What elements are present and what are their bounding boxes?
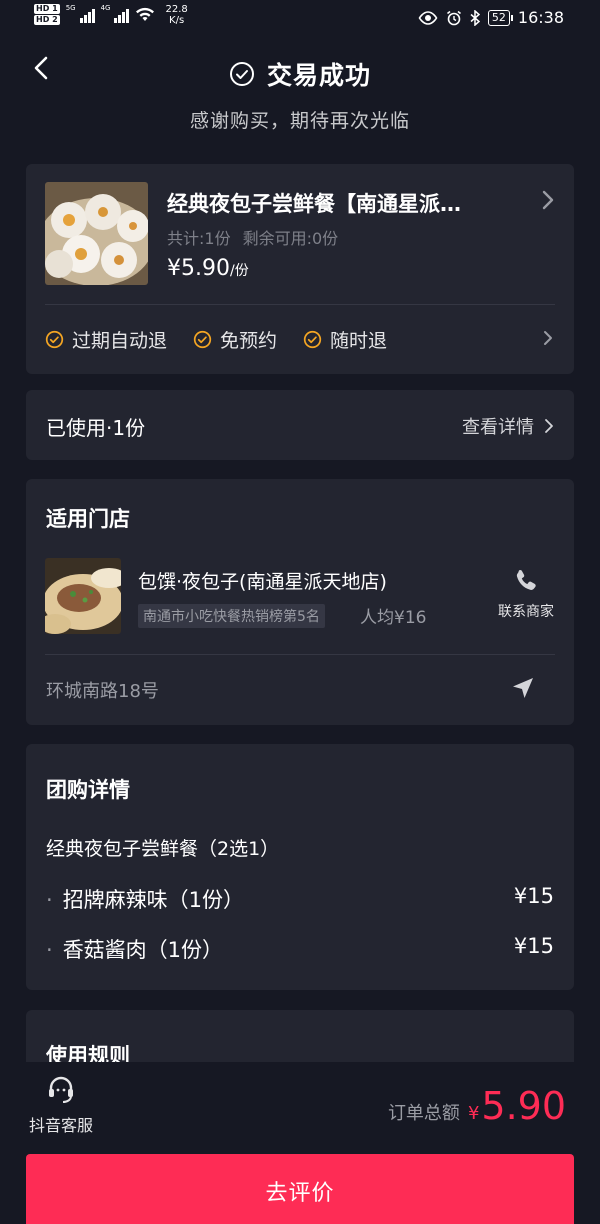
bottom-bar: 抖音客服 订单总额 ¥ 5.90 去评价 xyxy=(0,1062,600,1224)
chevron-right-icon[interactable] xyxy=(542,329,554,347)
item-name: 香菇酱肉（1份） xyxy=(62,938,224,962)
chevron-right-icon[interactable] xyxy=(540,188,556,212)
package-name: 经典夜包子尝鲜餐（2选1） xyxy=(46,838,280,860)
product-quantity-info: 共计:1份 剩余可用:0份 xyxy=(167,225,338,249)
tag-anytime-refund: 随时退 xyxy=(303,326,387,353)
tag-no-reservation: 免预约 xyxy=(193,326,277,353)
hd-indicator: HD 1 HD 2 xyxy=(34,4,60,25)
wifi-icon xyxy=(136,7,155,21)
status-time: 16:38 xyxy=(517,8,564,27)
view-details-link[interactable]: 查看详情 xyxy=(462,413,554,439)
package-item: · 香菇酱肉（1份） ¥15 xyxy=(46,934,554,962)
item-price: ¥15 xyxy=(513,934,554,958)
review-button[interactable]: 去评价 xyxy=(26,1154,574,1224)
page-subtitle: 感谢购买，期待再次光临 xyxy=(189,110,410,132)
product-card[interactable]: 经典夜包子尝鲜餐【南通星派… 共计:1份 剩余可用:0份 ¥5.90/份 过期自动… xyxy=(26,164,574,374)
store-card: 适用门店 包馔·夜包子(南通星派天地店) 南通市小吃快餐热销榜第5名 人均¥16… xyxy=(26,479,574,725)
order-total: 订单总额 ¥ 5.90 xyxy=(387,1084,566,1128)
usage-status: 已使用·1份 xyxy=(46,416,146,440)
product-total: 共计:1份 xyxy=(167,229,231,248)
order-total-amount: 5.90 xyxy=(481,1084,566,1128)
battery-icon: 52 xyxy=(487,9,513,26)
product-price: ¥5.90/份 xyxy=(167,256,249,281)
header: 交易成功 感谢购买，期待再次光临 xyxy=(0,36,600,156)
store-image[interactable] xyxy=(45,558,121,634)
check-circle-icon xyxy=(303,330,322,349)
store-avg-price: 人均¥16 xyxy=(360,608,427,628)
bluetooth-icon xyxy=(470,9,480,26)
signal-icon xyxy=(114,7,130,23)
service-tags[interactable]: 过期自动退 免预约 随时退 xyxy=(45,326,387,353)
divider xyxy=(45,304,555,305)
item-price: ¥15 xyxy=(513,884,554,908)
navigation-arrow-icon[interactable] xyxy=(510,675,536,701)
customer-service-button[interactable]: 抖音客服 xyxy=(24,1074,98,1136)
product-name[interactable]: 经典夜包子尝鲜餐【南通星派… xyxy=(167,188,507,218)
alarm-icon xyxy=(446,10,461,25)
package-item: · 招牌麻辣味（1份） ¥15 xyxy=(46,884,554,912)
page-title: 交易成功 xyxy=(266,61,371,90)
network-speed: 22.8 K/s xyxy=(165,4,188,26)
rules-card: 使用规则 xyxy=(26,1010,574,1070)
chevron-right-icon xyxy=(545,419,553,433)
check-circle-icon xyxy=(229,62,254,86)
status-bar: HD 1 HD 2 5G 4G 22.8 K/s 52 16:38 xyxy=(0,0,600,36)
check-circle-icon xyxy=(193,330,212,349)
store-section-title: 适用门店 xyxy=(46,507,130,531)
signal-icon xyxy=(79,7,95,23)
phone-icon xyxy=(516,570,536,590)
network-type-1: 5G xyxy=(65,4,76,12)
check-circle-icon xyxy=(45,330,64,349)
product-remaining: 剩余可用:0份 xyxy=(242,229,339,248)
usage-card: 已使用·1份 查看详情 xyxy=(26,390,574,460)
store-rank-badge[interactable]: 南通市小吃快餐热销榜第5名 xyxy=(138,604,325,628)
group-details-card: 团购详情 经典夜包子尝鲜餐（2选1） · 招牌麻辣味（1份） ¥15 · 香菇酱肉（… xyxy=(26,744,574,990)
divider xyxy=(45,654,555,655)
headset-icon xyxy=(49,1076,73,1103)
network-type-2: 4G xyxy=(100,4,111,12)
store-address[interactable]: 环城南路18号 xyxy=(46,677,159,703)
eye-icon xyxy=(418,10,438,25)
group-section-title: 团购详情 xyxy=(46,778,130,802)
tag-auto-refund: 过期自动退 xyxy=(45,326,167,353)
item-name: 招牌麻辣味（1份） xyxy=(62,888,245,912)
product-image xyxy=(45,182,148,285)
contact-merchant-button[interactable]: 联系商家 xyxy=(496,567,556,621)
store-name[interactable]: 包馔·夜包子(南通星派天地店) xyxy=(138,567,387,594)
